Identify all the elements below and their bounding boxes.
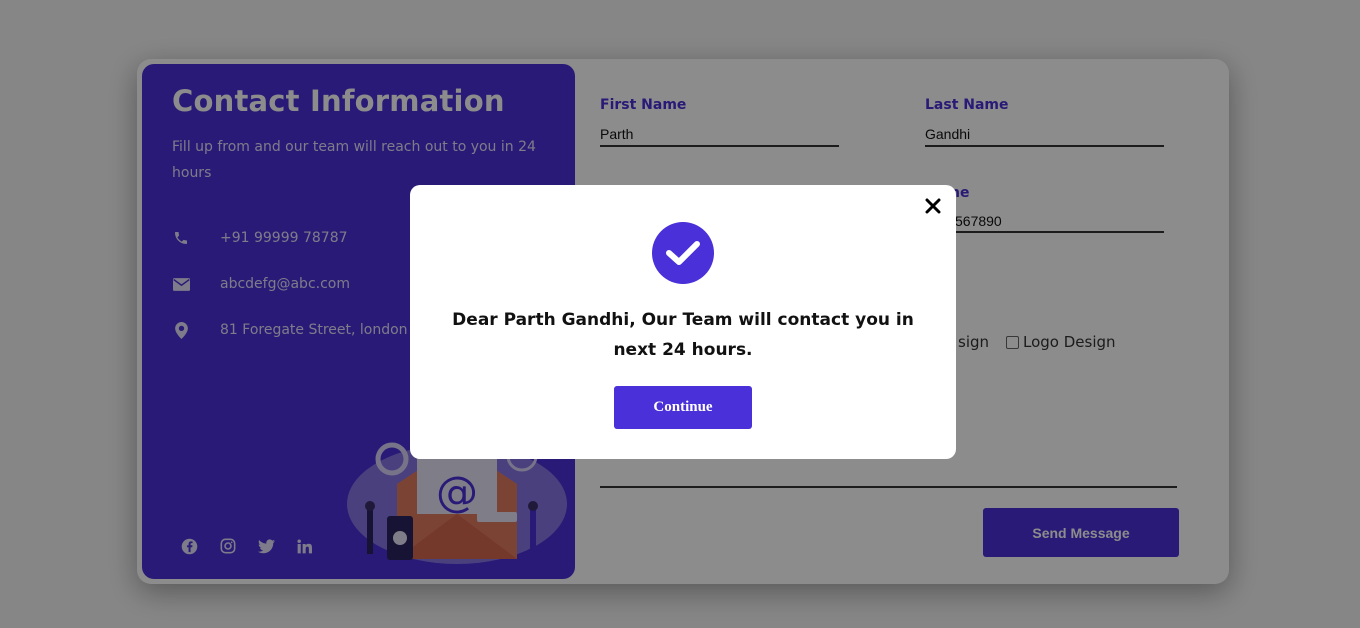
success-message: Dear Parth Gandhi, Our Team will contact…: [452, 310, 914, 360]
close-icon[interactable]: [922, 195, 944, 217]
continue-button[interactable]: Continue: [614, 386, 752, 429]
success-modal: Dear Parth Gandhi, Our Team will contact…: [410, 185, 956, 459]
checkmark-icon: [652, 222, 714, 284]
